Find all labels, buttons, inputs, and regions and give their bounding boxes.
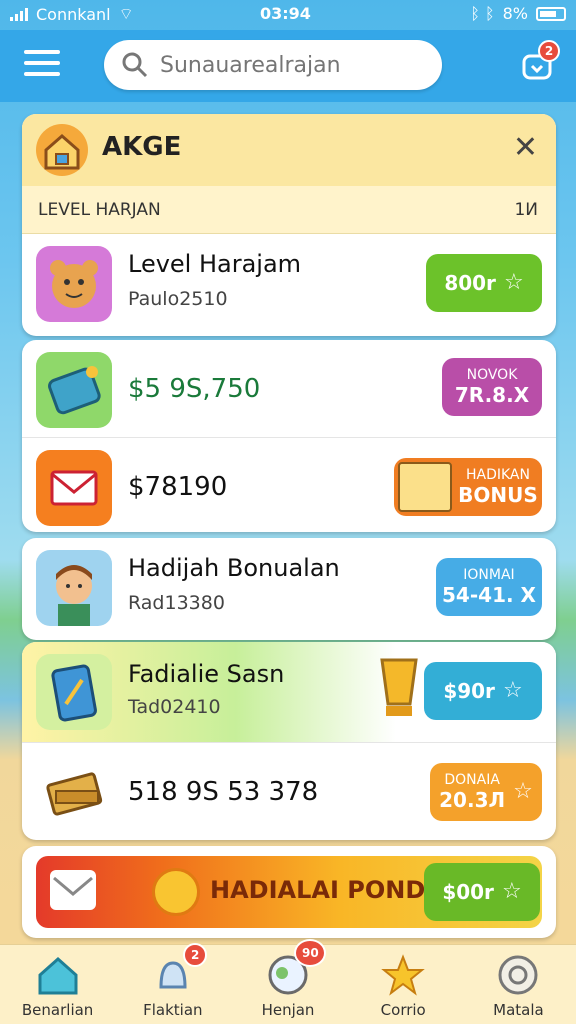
app-header: 2 xyxy=(0,30,576,102)
battery-percent: 8% xyxy=(502,4,528,23)
nav-label: Flaktian xyxy=(143,1001,203,1019)
panel-title: AKGE xyxy=(102,132,182,162)
reward-card: Hadijah Bonualan Rad13380 IONMAI 54-41. X xyxy=(22,538,556,640)
status-bar: Connkanl ⌔ 03:94 ᛒ ᛒ 8% xyxy=(0,0,576,30)
claim-button[interactable]: 800r ☆ xyxy=(426,254,542,312)
nav-item-rewards[interactable]: 90 Henjan xyxy=(230,939,345,1024)
promo-banner[interactable]: HADIALAI PONDS $00r ☆ xyxy=(22,846,556,938)
nav-item-settings[interactable]: Matala xyxy=(461,945,576,1024)
row-title: Hadijah Bonualan xyxy=(128,554,340,582)
star-icon: ☆ xyxy=(503,269,524,295)
battery-icon xyxy=(536,6,566,21)
pill-label: 800r xyxy=(444,271,496,295)
reward-card: $5 9S,750 NOVOK 7R.8.X $78190 HADIKAN BONU… xyxy=(22,340,556,532)
pill-label: 20.3Л xyxy=(439,787,506,812)
star-icon xyxy=(381,954,426,996)
bonus-button[interactable]: HADIKAN BONUS xyxy=(394,458,542,516)
star-icon: ☆ xyxy=(513,778,533,804)
trophy-cup-icon xyxy=(376,654,422,724)
row-title: Fadialie Sasn xyxy=(128,660,285,688)
house-icon xyxy=(36,124,88,176)
nav-item-notifications[interactable]: 2 Flaktian xyxy=(115,943,230,1024)
pill-caption: NOVOK xyxy=(466,367,518,384)
target-icon xyxy=(498,955,538,995)
nav-badge: 90 xyxy=(294,939,327,967)
promo-label: HADIALAI PONDS xyxy=(210,876,443,904)
clock: 03:94 xyxy=(260,4,311,23)
pill-label: $90r xyxy=(443,679,495,703)
panel-count: 1И xyxy=(514,200,538,220)
notification-button[interactable]: 2 xyxy=(520,40,560,82)
row-amount: 518 9S 53 378 xyxy=(128,777,319,807)
reward-card: Fadialie Sasn Tad02410 $90r ☆ 518 9S 53 3… xyxy=(22,642,556,840)
bottom-nav: Benarlian 2 Flaktian 90 Henjan Corrio Ma… xyxy=(0,939,576,1024)
list-item[interactable]: 518 9S 53 378 DONAIA 20.3Л ☆ xyxy=(22,742,556,840)
pill-caption: IONMAI xyxy=(463,567,515,584)
medal-icon xyxy=(152,868,200,916)
search-bar[interactable] xyxy=(104,40,442,90)
row-amount: $78190 xyxy=(128,472,228,502)
row-subtitle: Paulo2510 xyxy=(128,288,228,310)
row-subtitle: Rad13380 xyxy=(128,592,225,614)
row-title: Level Harajam xyxy=(128,250,302,278)
nav-label: Corrio xyxy=(380,1001,426,1019)
signal-icon xyxy=(10,7,28,21)
pill-label: $00r xyxy=(442,880,494,904)
nav-label: Matala xyxy=(493,1001,544,1019)
list-item[interactable]: Hadijah Bonualan Rad13380 IONMAI 54-41. X xyxy=(22,538,556,638)
nav-badge: 2 xyxy=(183,943,208,967)
star-icon: ☆ xyxy=(502,677,523,703)
bag-icon xyxy=(36,352,112,428)
level-panel: AKGE ✕ LEVEL HARJAN 1И Level Harajam Pau… xyxy=(22,114,556,336)
envelope-icon xyxy=(50,870,96,910)
row-subtitle: Tad02410 xyxy=(128,696,221,718)
bluetooth-icon: ᛒ ᛒ xyxy=(470,4,495,23)
notebook-icon xyxy=(398,462,453,512)
pill-label: 54-41. X xyxy=(442,582,536,607)
book-icon xyxy=(36,755,112,831)
search-input[interactable] xyxy=(160,52,420,78)
notification-badge: 2 xyxy=(538,40,560,62)
offer-button[interactable]: DONAIA 20.3Л ☆ xyxy=(430,763,542,821)
offer-button[interactable]: NOVOK 7R.8.X xyxy=(442,358,542,416)
pill-caption: DONAIA xyxy=(444,772,500,789)
nav-item-favorites[interactable]: Corrio xyxy=(346,945,461,1024)
list-item[interactable]: $5 9S,750 NOVOK 7R.8.X xyxy=(22,340,556,440)
pill-label: 7R.8.X xyxy=(454,382,530,407)
list-item[interactable]: Fadialie Sasn Tad02410 $90r ☆ xyxy=(22,642,556,742)
offer-button[interactable]: IONMAI 54-41. X xyxy=(436,558,542,616)
list-item[interactable]: Level Harajam Paulo2510 800r ☆ xyxy=(22,234,556,336)
promo-claim-button[interactable]: $00r ☆ xyxy=(424,863,540,921)
pill-caption: HADIKAN xyxy=(465,467,530,484)
envelope-icon xyxy=(36,450,112,526)
close-icon[interactable]: ✕ xyxy=(513,130,538,165)
nav-label: Henjan xyxy=(261,1001,315,1019)
carrier-name: Connkanl xyxy=(36,4,111,24)
row-amount: $5 9S,750 xyxy=(128,374,261,404)
panel-subtitle: LEVEL HARJAN xyxy=(38,200,161,220)
home-icon xyxy=(38,956,78,995)
tablet-icon xyxy=(36,654,112,730)
bear-icon xyxy=(36,246,112,322)
wifi-icon: ⌔ xyxy=(118,4,134,23)
claim-button[interactable]: $90r ☆ xyxy=(424,662,542,720)
menu-icon[interactable] xyxy=(24,50,60,80)
search-icon xyxy=(122,52,148,78)
list-item[interactable]: $78190 HADIKAN BONUS xyxy=(22,437,556,532)
pill-label: BONUS xyxy=(458,482,538,507)
avatar xyxy=(36,550,112,626)
star-icon: ☆ xyxy=(501,878,522,904)
nav-label: Benarlian xyxy=(21,1001,94,1019)
nav-item-home[interactable]: Benarlian xyxy=(0,945,115,1024)
